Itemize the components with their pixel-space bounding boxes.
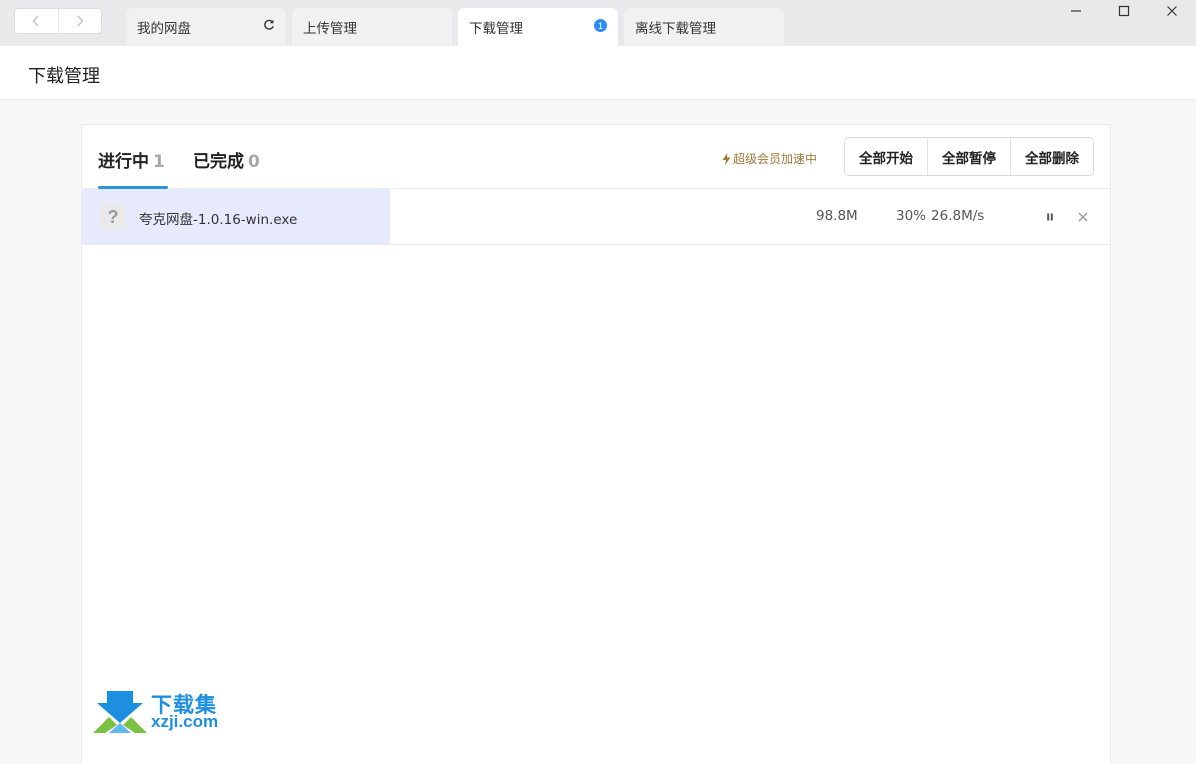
- page-header: 下载管理: [0, 46, 1196, 100]
- delete-all-button[interactable]: 全部删除: [1010, 138, 1093, 175]
- page-title: 下载管理: [28, 66, 100, 87]
- close-icon: [1078, 212, 1088, 222]
- forward-button[interactable]: [57, 9, 102, 33]
- progress-speed: 30% 26.8M/s: [896, 208, 984, 224]
- remove-task-button[interactable]: [1075, 209, 1091, 225]
- download-panel: 进行中 1 已完成 0 超级会员加速中 全部开始 全部暂停 全部删除 ? 夸克网盘-…: [81, 124, 1111, 764]
- tab-label: 我的网盘: [137, 21, 191, 37]
- download-task-row[interactable]: ? 夸克网盘-1.0.16-win.exe 98.8M 30% 26.8M/s: [82, 189, 1110, 245]
- panel-toolbar: 进行中 1 已完成 0 超级会员加速中 全部开始 全部暂停 全部删除: [82, 125, 1110, 189]
- title-bar: 我的网盘 上传管理 下载管理 1 离线下载管理: [0, 0, 1196, 46]
- start-all-button[interactable]: 全部开始: [845, 138, 927, 175]
- pause-icon: [1047, 213, 1053, 221]
- tab-label: 下载管理: [469, 21, 523, 37]
- close-window-button[interactable]: [1148, 0, 1196, 22]
- tab-label: 离线下载管理: [635, 21, 716, 37]
- tab-download[interactable]: 下载管理 1: [458, 8, 618, 46]
- tab-label: 进行中: [98, 152, 149, 172]
- unknown-file-icon: ?: [100, 204, 126, 230]
- download-arrow-logo-icon: [93, 691, 147, 733]
- minimize-icon: [1071, 10, 1081, 12]
- maximize-icon: [1118, 5, 1130, 17]
- bulk-action-group: 全部开始 全部暂停 全部删除: [844, 137, 1094, 176]
- refresh-icon: [264, 19, 274, 30]
- refresh-button[interactable]: [263, 19, 275, 35]
- file-name: 夸克网盘-1.0.16-win.exe: [139, 212, 298, 228]
- watermark-text-en: xzji.com: [151, 712, 219, 731]
- file-size: 98.8M: [816, 208, 858, 224]
- pause-all-button[interactable]: 全部暂停: [927, 138, 1010, 175]
- tab-completed[interactable]: 已完成 0: [193, 147, 260, 172]
- tab-count: 0: [248, 152, 260, 172]
- notification-badge: 1: [594, 19, 607, 32]
- tab-my-drive[interactable]: 我的网盘: [126, 8, 286, 46]
- lightning-icon: [722, 152, 731, 165]
- history-nav: [14, 8, 102, 34]
- tab-count: 1: [153, 152, 165, 172]
- maximize-button[interactable]: [1100, 0, 1148, 22]
- tab-offline-download[interactable]: 离线下载管理: [624, 8, 784, 46]
- tab-upload[interactable]: 上传管理: [292, 8, 452, 46]
- close-icon: [1167, 6, 1177, 16]
- vip-acceleration-link[interactable]: 超级会员加速中: [722, 150, 817, 167]
- tab-label: 已完成: [193, 152, 244, 172]
- chevron-left-icon: [32, 15, 39, 27]
- pause-button[interactable]: [1042, 209, 1058, 225]
- chevron-right-icon: [77, 15, 84, 27]
- download-speed: 26.8M/s: [931, 208, 985, 224]
- watermark-logo: 下载集 xzji.com: [93, 689, 233, 735]
- tab-label: 上传管理: [303, 21, 357, 37]
- minimize-button[interactable]: [1052, 0, 1100, 22]
- progress-percent: 30%: [896, 208, 927, 224]
- vip-label: 超级会员加速中: [733, 152, 818, 166]
- back-button[interactable]: [15, 9, 58, 33]
- tab-in-progress[interactable]: 进行中 1: [98, 147, 165, 172]
